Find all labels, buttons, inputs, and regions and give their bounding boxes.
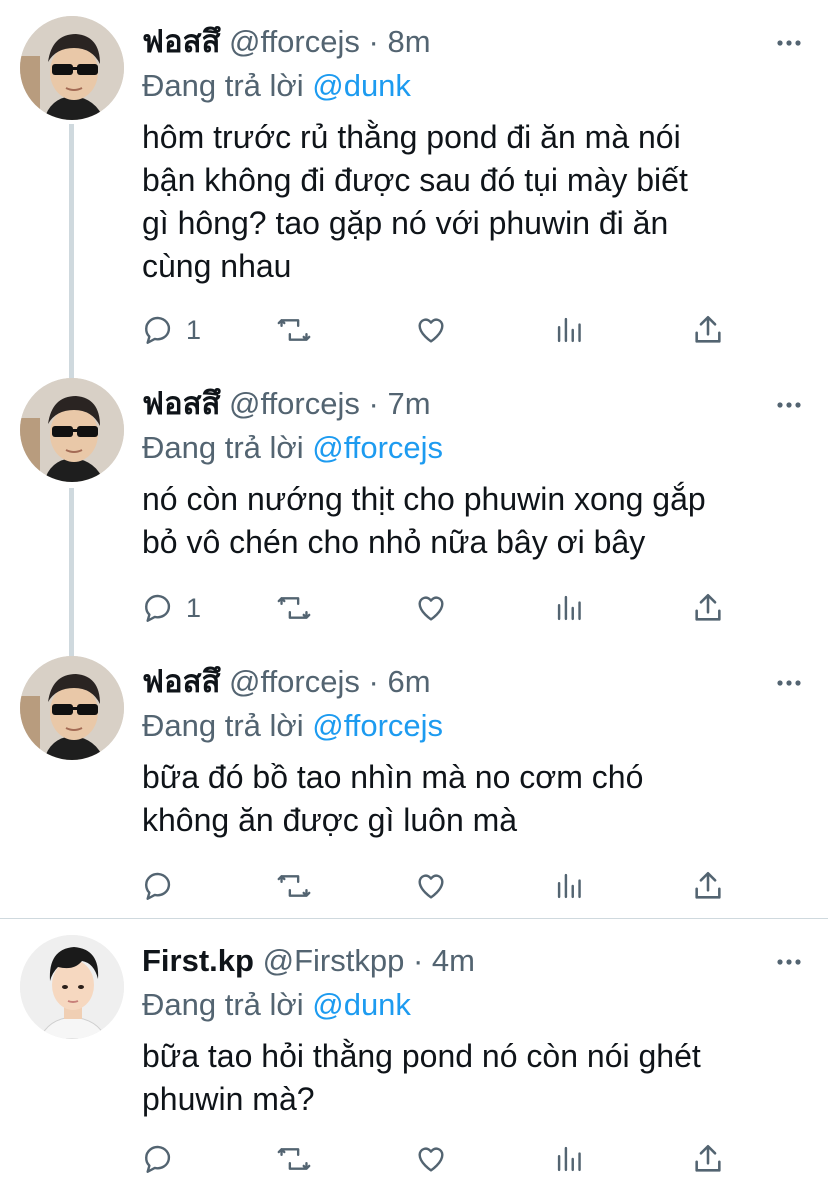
replying-prefix: Đang trả lời: [142, 68, 313, 103]
replying-mention[interactable]: @dunk: [312, 68, 411, 103]
replying-prefix: Đang trả lời: [142, 987, 313, 1022]
timestamp[interactable]: 7m: [387, 386, 430, 421]
replying-prefix: Đang trả lời: [142, 708, 313, 743]
share-upload-icon: [695, 593, 721, 621]
share-button[interactable]: [692, 866, 724, 906]
user-handle[interactable]: @fforcejs: [229, 664, 360, 699]
tweet-header: ฟอสสึ @fforcejs · 6m: [142, 662, 431, 702]
replying-to: Đang trả lời @dunk: [142, 66, 411, 106]
avatar[interactable]: [20, 935, 124, 1039]
tweet-actions: [142, 1139, 742, 1179]
timestamp[interactable]: 8m: [387, 24, 430, 59]
replying-to: Đang trả lời @fforcejs: [142, 428, 443, 468]
reply-button[interactable]: 1: [142, 310, 201, 350]
replying-mention[interactable]: @dunk: [312, 987, 411, 1022]
display-name[interactable]: ฟอสสึ: [142, 664, 220, 699]
share-button[interactable]: [692, 310, 724, 350]
reply-count: 1: [186, 592, 202, 623]
replying-mention[interactable]: @fforcejs: [312, 430, 443, 465]
share-upload-icon: [695, 871, 721, 899]
retweet-icon: [277, 1148, 311, 1170]
like-button[interactable]: [414, 866, 448, 906]
heart-icon: [418, 318, 444, 343]
retweet-button[interactable]: [276, 310, 312, 350]
separator-dot: ·: [412, 943, 424, 978]
heart-icon: [418, 874, 444, 899]
share-button[interactable]: [692, 1139, 724, 1179]
tweet-header: ฟอสสึ @fforcejs · 7m: [142, 384, 431, 424]
analytics-button[interactable]: [555, 866, 585, 906]
avatar-image: [20, 935, 124, 1039]
display-name[interactable]: First.kp: [142, 943, 254, 978]
analytics-button[interactable]: [555, 310, 585, 350]
speech-bubble-icon: [145, 872, 171, 900]
user-handle[interactable]: @fforcejs: [229, 24, 360, 59]
reply-count: 1: [186, 314, 202, 345]
reply-button[interactable]: [142, 866, 186, 906]
heart-icon: [418, 1147, 444, 1172]
reply-button[interactable]: 1: [142, 588, 201, 628]
replying-to: Đang trả lời @dunk: [142, 985, 411, 1025]
retweet-button[interactable]: [276, 588, 312, 628]
tweet-header: ฟอสสึ @fforcejs · 8m: [142, 22, 431, 62]
bar-chart-icon: [557, 595, 581, 621]
avatar-image: [20, 378, 124, 482]
like-button[interactable]: [414, 1139, 448, 1179]
user-handle[interactable]: @fforcejs: [229, 386, 360, 421]
tweet[interactable]: ฟอสสึ @fforcejs · 8m Đang trả lời @dunk …: [0, 0, 828, 378]
bar-chart-icon: [557, 873, 581, 899]
timestamp[interactable]: 4m: [432, 943, 475, 978]
display-name[interactable]: ฟอสสึ: [142, 386, 220, 421]
speech-bubble-icon: [145, 1145, 171, 1173]
tweet-header: First.kp @Firstkpp · 4m: [142, 941, 475, 981]
replying-mention[interactable]: @fforcejs: [312, 708, 443, 743]
avatar[interactable]: [20, 16, 124, 120]
tweet[interactable]: ฟอสสึ @fforcejs · 6m Đang trả lời @fforc…: [0, 640, 828, 918]
bar-chart-icon: [557, 1146, 581, 1172]
separator-dot: ·: [368, 664, 379, 699]
tweet-text: bữa đó bồ tao nhìn mà no cơm chó không ă…: [142, 759, 644, 838]
retweet-button[interactable]: [276, 1139, 312, 1179]
analytics-button[interactable]: [555, 1139, 585, 1179]
more-dots-icon[interactable]: [776, 390, 802, 420]
avatar-image: [20, 656, 124, 760]
display-name[interactable]: ฟอสสึ: [142, 24, 220, 59]
avatar[interactable]: [20, 656, 124, 760]
timestamp[interactable]: 6m: [387, 664, 430, 699]
retweet-button[interactable]: [276, 866, 312, 906]
separator-dot: ·: [368, 24, 379, 59]
tweet-actions: 1: [142, 588, 742, 628]
avatar[interactable]: [20, 378, 124, 482]
tweet[interactable]: First.kp @Firstkpp · 4m Đang trả lời @du…: [0, 919, 828, 1182]
speech-bubble-icon: [145, 316, 171, 344]
tweet-actions: 1: [142, 310, 742, 350]
share-upload-icon: [695, 1144, 721, 1172]
avatar-image: [20, 16, 124, 120]
like-button[interactable]: [414, 588, 448, 628]
bar-chart-icon: [557, 317, 581, 343]
analytics-button[interactable]: [555, 588, 585, 628]
retweet-icon: [277, 597, 311, 619]
reply-button[interactable]: [142, 1139, 186, 1179]
retweet-icon: [277, 319, 311, 341]
heart-icon: [418, 596, 444, 621]
more-dots-icon[interactable]: [776, 947, 802, 977]
replying-prefix: Đang trả lời: [142, 430, 313, 465]
speech-bubble-icon: [145, 594, 171, 622]
separator-dot: ·: [368, 386, 379, 421]
tweet-actions: [142, 866, 742, 906]
share-upload-icon: [695, 315, 721, 343]
replying-to: Đang trả lời @fforcejs: [142, 706, 443, 746]
tweet-text: nó còn nướng thịt cho phuwin xong gắp bỏ…: [142, 481, 706, 560]
tweet-text: hôm trước rủ thằng pond đi ăn mà nói bận…: [142, 119, 688, 284]
like-button[interactable]: [414, 310, 448, 350]
more-dots-icon[interactable]: [776, 668, 802, 698]
tweet-text: bữa tao hỏi thằng pond nó còn nói ghét p…: [142, 1038, 701, 1117]
share-button[interactable]: [692, 588, 724, 628]
tweet[interactable]: ฟอสสึ @fforcejs · 7m Đang trả lời @fforc…: [0, 362, 828, 656]
user-handle[interactable]: @Firstkpp: [263, 943, 405, 978]
retweet-icon: [277, 875, 311, 897]
more-dots-icon[interactable]: [776, 28, 802, 58]
